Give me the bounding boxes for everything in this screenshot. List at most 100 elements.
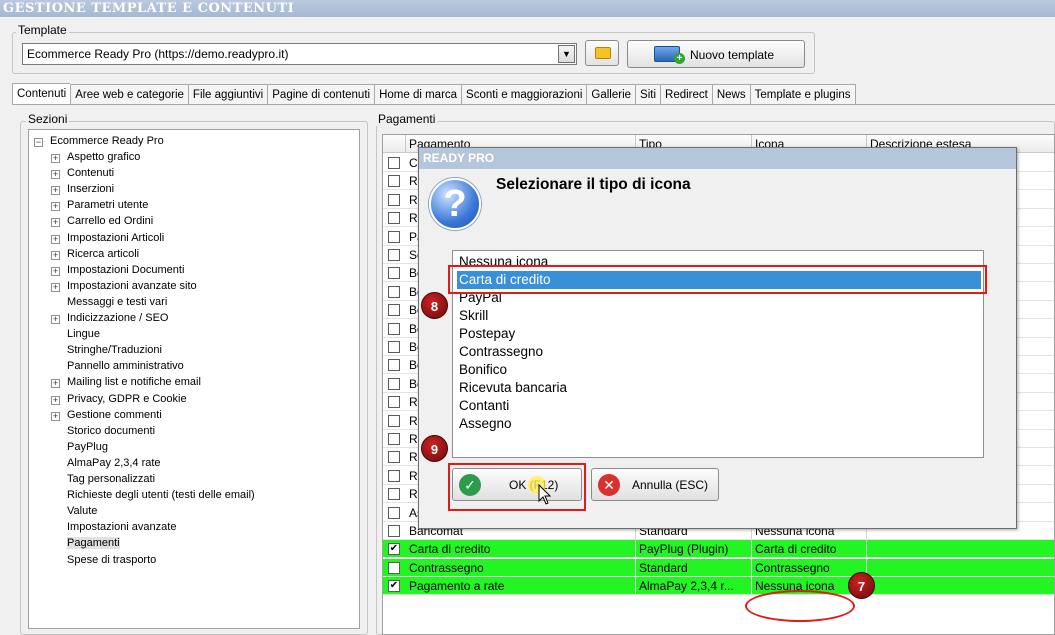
tree-item[interactable]: Carrello ed Ordini	[67, 215, 153, 227]
table-row[interactable]: ✔ Pagamento a rate AlmaPay 2,3,4 r... Nessu…	[383, 577, 1054, 596]
row-checkbox[interactable]	[388, 525, 400, 537]
expand-icon[interactable]: +	[51, 202, 60, 212]
expand-icon[interactable]: +	[51, 411, 60, 421]
new-template-button[interactable]: + Nuovo template	[627, 40, 805, 68]
tree-root[interactable]: Ecommerce Ready Pro	[50, 135, 164, 147]
list-item[interactable]: Contrassegno	[457, 343, 981, 361]
tab-strip: Contenuti Aree web e categorie File aggi…	[12, 83, 856, 105]
tab-redirect[interactable]: Redirect	[660, 84, 712, 105]
expand-icon[interactable]: +	[51, 282, 60, 292]
list-item[interactable]: Postepay	[457, 325, 981, 343]
cell-pagamento: Contrassegno	[406, 558, 636, 577]
row-checkbox[interactable]	[388, 341, 400, 353]
row-checkbox[interactable]	[388, 285, 400, 298]
row-checkbox[interactable]	[388, 322, 400, 335]
tree-item[interactable]: Inserzioni	[67, 183, 114, 195]
expand-icon[interactable]: +	[51, 379, 60, 389]
sections-tree[interactable]: − Ecommerce Ready Pro + Aspetto grafico + C…	[28, 129, 360, 629]
tree-item[interactable]: Parametri utente	[67, 199, 148, 211]
row-checkbox[interactable]	[388, 267, 400, 280]
cancel-button-label: Annulla (ESC)	[632, 478, 709, 492]
list-item[interactable]: Bonifico	[457, 361, 981, 379]
list-item[interactable]: Skrill	[457, 307, 981, 325]
tree-item[interactable]: AlmaPay 2,3,4 rate	[67, 457, 161, 469]
row-checkbox[interactable]	[388, 249, 400, 261]
tree-item[interactable]: Indicizzazione / SEO	[67, 312, 169, 324]
tab-aree-web[interactable]: Aree web e categorie	[70, 84, 188, 105]
tree-item[interactable]: Impostazioni avanzate	[67, 521, 176, 533]
tree-item[interactable]: Contenuti	[67, 167, 114, 179]
row-checkbox[interactable]	[388, 469, 400, 482]
tree-item[interactable]: Pannello amministrativo	[67, 360, 184, 372]
tab-siti[interactable]: Siti	[635, 84, 661, 105]
list-item[interactable]: Contanti	[457, 397, 981, 415]
tree-item[interactable]: Mailing list e notifiche email	[67, 376, 201, 388]
tree-item[interactable]: Messaggi e testi vari	[67, 296, 167, 308]
row-checkbox[interactable]	[388, 157, 400, 169]
tree-item[interactable]: Aspetto grafico	[67, 151, 140, 163]
row-checkbox[interactable]	[388, 193, 400, 206]
row-checkbox[interactable]: ✔	[388, 580, 400, 593]
expand-icon[interactable]: +	[51, 395, 60, 405]
tab-contenuti[interactable]: Contenuti	[12, 83, 71, 105]
expand-icon[interactable]: +	[51, 266, 60, 276]
tab-gallerie[interactable]: Gallerie	[586, 84, 636, 105]
tree-item[interactable]: Spese di trasporto	[67, 554, 156, 566]
expand-icon[interactable]: +	[51, 186, 60, 196]
list-item[interactable]: Assegno	[457, 415, 981, 433]
tab-pagine-contenuti[interactable]: Pagine di contenuti	[267, 84, 375, 105]
cell-icona[interactable]: Carta di credito	[752, 540, 867, 559]
expand-icon[interactable]: +	[51, 234, 60, 244]
list-item[interactable]: Ricevuta bancaria	[457, 379, 981, 397]
cancel-button[interactable]: ✕ Annulla (ESC)	[591, 468, 719, 501]
expand-icon[interactable]: +	[51, 154, 60, 163]
row-checkbox[interactable]: ✔	[388, 543, 400, 556]
tree-item[interactable]: Ricerca articoli	[67, 248, 139, 260]
row-checkbox[interactable]	[388, 396, 400, 409]
row-checkbox[interactable]	[388, 506, 400, 519]
tree-item[interactable]: Richieste degli utenti (testi delle emai…	[67, 489, 255, 501]
row-checkbox[interactable]	[388, 451, 400, 464]
tab-sconti[interactable]: Sconti e maggiorazioni	[461, 84, 587, 105]
tree-item[interactable]: Storico documenti	[67, 425, 155, 437]
expand-icon[interactable]: +	[51, 218, 60, 228]
folder-icon	[595, 47, 611, 59]
expand-icon[interactable]: +	[51, 170, 60, 180]
row-checkbox[interactable]	[388, 212, 400, 225]
row-checkbox[interactable]	[388, 377, 400, 390]
row-checkbox[interactable]	[388, 304, 400, 317]
row-checkbox[interactable]	[388, 488, 400, 501]
tree-item[interactable]: Stringhe/Traduzioni	[67, 344, 162, 356]
tab-file-aggiuntivi[interactable]: File aggiuntivi	[187, 84, 268, 105]
collapse-icon[interactable]: −	[34, 138, 43, 147]
table-row[interactable]: ✔ Carta di credito PayPlug (Plugin) Carta d…	[383, 540, 1054, 559]
question-icon: ?	[429, 178, 481, 230]
tab-news[interactable]: News	[711, 84, 750, 105]
tab-template-plugins[interactable]: Template e plugins	[749, 84, 856, 105]
row-checkbox[interactable]	[388, 359, 400, 372]
table-row[interactable]: Contrassegno Standard Contrassegno	[383, 558, 1054, 577]
tree-item[interactable]: Gestione commenti	[67, 409, 162, 421]
row-checkbox[interactable]	[388, 414, 400, 427]
tree-item[interactable]: Privacy, GDPR e Cookie	[67, 393, 187, 405]
cell-icona[interactable]: Contrassegno	[752, 558, 867, 577]
expand-icon[interactable]: +	[51, 315, 60, 324]
row-checkbox[interactable]	[388, 561, 400, 574]
folder-button[interactable]	[585, 40, 619, 66]
payments-group-label: Pagamenti	[376, 112, 438, 126]
tree-item[interactable]: Pagamenti	[67, 537, 120, 550]
expand-icon[interactable]: +	[51, 250, 60, 260]
tree-item[interactable]: Impostazioni Articoli	[67, 232, 164, 244]
tree-item[interactable]: Impostazioni Documenti	[67, 264, 184, 276]
tree-item[interactable]: Tag personalizzati	[67, 473, 155, 485]
tree-item[interactable]: PayPlug	[67, 441, 108, 453]
template-select[interactable]: Ecommerce Ready Pro (https://demo.readyp…	[22, 43, 577, 65]
row-checkbox[interactable]	[388, 175, 400, 188]
tree-item[interactable]: Lingue	[67, 328, 100, 340]
chevron-down-icon[interactable]: ▼	[558, 45, 575, 63]
row-checkbox[interactable]	[388, 230, 400, 243]
tree-item[interactable]: Impostazioni avanzate sito	[67, 280, 197, 292]
tree-item[interactable]: Valute	[67, 505, 97, 517]
row-checkbox[interactable]	[388, 433, 400, 445]
tab-home-marca[interactable]: Home di marca	[374, 84, 462, 105]
